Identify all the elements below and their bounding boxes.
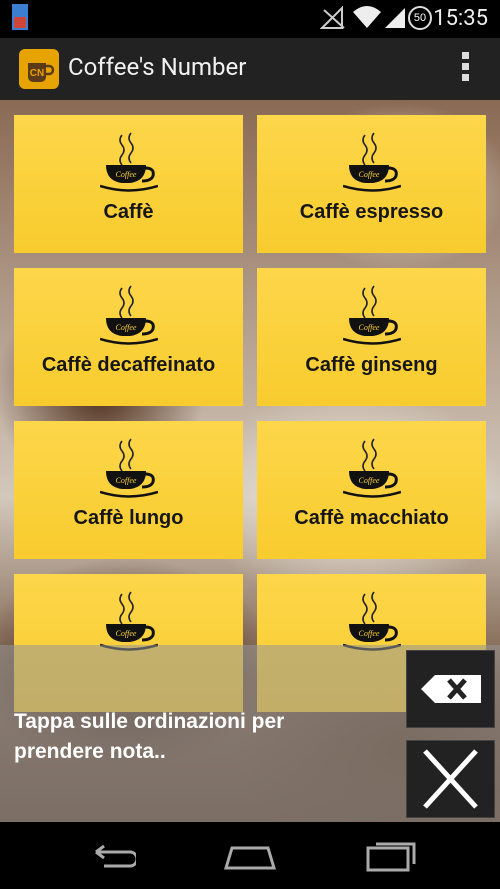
coffee-cup-icon: Coffee	[99, 438, 158, 498]
coffee-tile[interactable]: Coffee Caffè ginseng	[257, 268, 486, 406]
coffee-tile-label: Caffè macchiato	[294, 507, 449, 529]
cup-label: Coffee	[115, 170, 136, 179]
wifi-icon	[353, 6, 381, 28]
cup-label: Coffee	[358, 476, 379, 485]
note-hint-text: Tappa sulle ordinazioni per prendere not…	[14, 710, 285, 763]
sim-icon	[12, 4, 28, 30]
coffee-cup-icon: Coffee	[342, 132, 401, 192]
clear-button[interactable]	[406, 740, 495, 818]
cup-label: Coffee	[115, 323, 136, 332]
close-icon	[423, 749, 478, 809]
backspace-button[interactable]	[406, 650, 495, 728]
coffee-tile-label: Caffè lungo	[73, 507, 184, 529]
app-logo[interactable]: CN	[19, 49, 59, 89]
recents-icon[interactable]	[364, 840, 416, 872]
back-icon[interactable]	[84, 844, 136, 872]
battery-50-icon: 50	[408, 6, 432, 30]
cup-label: Coffee	[358, 170, 379, 179]
cup-label: Coffee	[115, 476, 136, 485]
battery-level: 50	[413, 12, 427, 24]
coffee-tile-label: Caffè decaffeinato	[41, 354, 216, 376]
coffee-tile-label: Caffè ginseng	[305, 354, 438, 376]
coffee-tile[interactable]: Coffee Caffè	[14, 115, 243, 253]
coffee-logo-icon: CN	[22, 52, 56, 86]
coffee-cup-icon: Coffee	[99, 132, 158, 192]
coffee-tile-label: Caffè espresso	[299, 201, 444, 223]
cup-label: Coffee	[358, 629, 379, 638]
coffee-cup-icon: Coffee	[99, 285, 158, 345]
navigation-bar	[0, 822, 500, 889]
cup-label: Coffee	[115, 629, 136, 638]
coffee-tile[interactable]: Coffee Caffè lungo	[14, 421, 243, 559]
status-bar: 50 15:35	[0, 0, 500, 38]
logo-text: CN	[30, 68, 44, 79]
app-title: Coffee's Number	[68, 53, 247, 81]
signal-off-icon	[320, 6, 345, 29]
coffee-tile-label: Caffè	[103, 201, 154, 223]
coffee-cup-icon: Coffee	[342, 438, 401, 498]
signal-icon	[385, 8, 405, 28]
coffee-tile[interactable]: Coffee Caffè espresso	[257, 115, 486, 253]
action-bar: CN Coffee's Number	[0, 38, 500, 101]
coffee-tile[interactable]: Coffee Caffè macchiato	[257, 421, 486, 559]
home-icon[interactable]	[222, 842, 278, 872]
cup-label: Coffee	[358, 323, 379, 332]
overflow-menu-icon[interactable]	[460, 52, 470, 86]
coffee-cup-icon: Coffee	[342, 285, 401, 345]
status-time: 15:35	[433, 6, 488, 31]
coffee-tile[interactable]: Coffee Caffè decaffeinato	[14, 268, 243, 406]
backspace-icon	[421, 675, 481, 703]
